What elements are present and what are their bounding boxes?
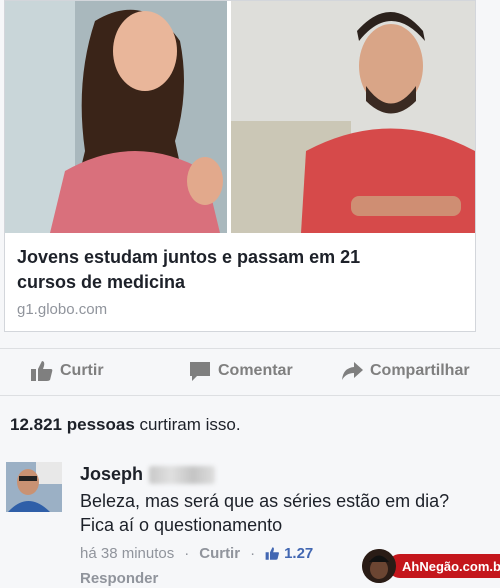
site-watermark: AhNegão.com.br [362,549,500,583]
comment-body: Joseph Beleza, mas será que as séries es… [80,464,490,562]
comment-button-label: Comentar [218,362,293,379]
small-thumbs-up-icon [265,546,280,561]
comment-like-link[interactable]: Curtir [199,545,240,562]
photo-young-woman [5,1,227,233]
photo-young-man [231,1,475,233]
thumbs-up-icon [30,359,54,383]
comment-bubble-icon [188,359,212,383]
preview-headline[interactable]: Jovens estudam juntos e passam em 21 cur… [17,245,417,295]
share-arrow-icon [340,359,364,383]
likes-count: 12.821 [10,415,62,434]
comment-author-row: Joseph [80,464,490,485]
preview-photos [5,1,475,233]
share-button[interactable]: Compartilhar [340,359,470,383]
preview-domain: g1.globo.com [17,301,108,318]
watermark-text: AhNegão.com.br [388,554,500,578]
watermark-logo-icon [362,549,396,583]
link-preview[interactable]: Jovens estudam juntos e passam em 21 cur… [4,0,476,332]
likes-summary[interactable]: 12.821 pessoas curtiram isso. [10,415,241,435]
preview-text: Jovens estudam juntos e passam em 21 cur… [5,233,475,331]
facebook-post: Jovens estudam juntos e passam em 21 cur… [0,0,500,588]
avatar[interactable] [6,462,62,512]
meta-separator: · [184,545,190,562]
comment-time[interactable]: há 38 minutos [80,545,174,562]
comment-button[interactable]: Comentar [188,359,293,383]
likes-people: pessoas [66,415,135,434]
blurred-surname [149,465,216,484]
like-button[interactable]: Curtir [30,359,104,383]
share-button-label: Compartilhar [370,362,470,379]
meta-separator: · [250,545,256,562]
comment-reply-link[interactable]: Responder [80,570,158,587]
comment-like-count[interactable]: 1.27 [284,545,313,562]
likes-rest: curtiram isso. [134,415,241,434]
like-button-label: Curtir [60,362,104,379]
comment-text: Beleza, mas será que as séries estão em … [80,491,450,535]
post-action-bar: Curtir Comentar Compartilhar [0,348,500,396]
comment-author[interactable]: Joseph [80,464,143,485]
